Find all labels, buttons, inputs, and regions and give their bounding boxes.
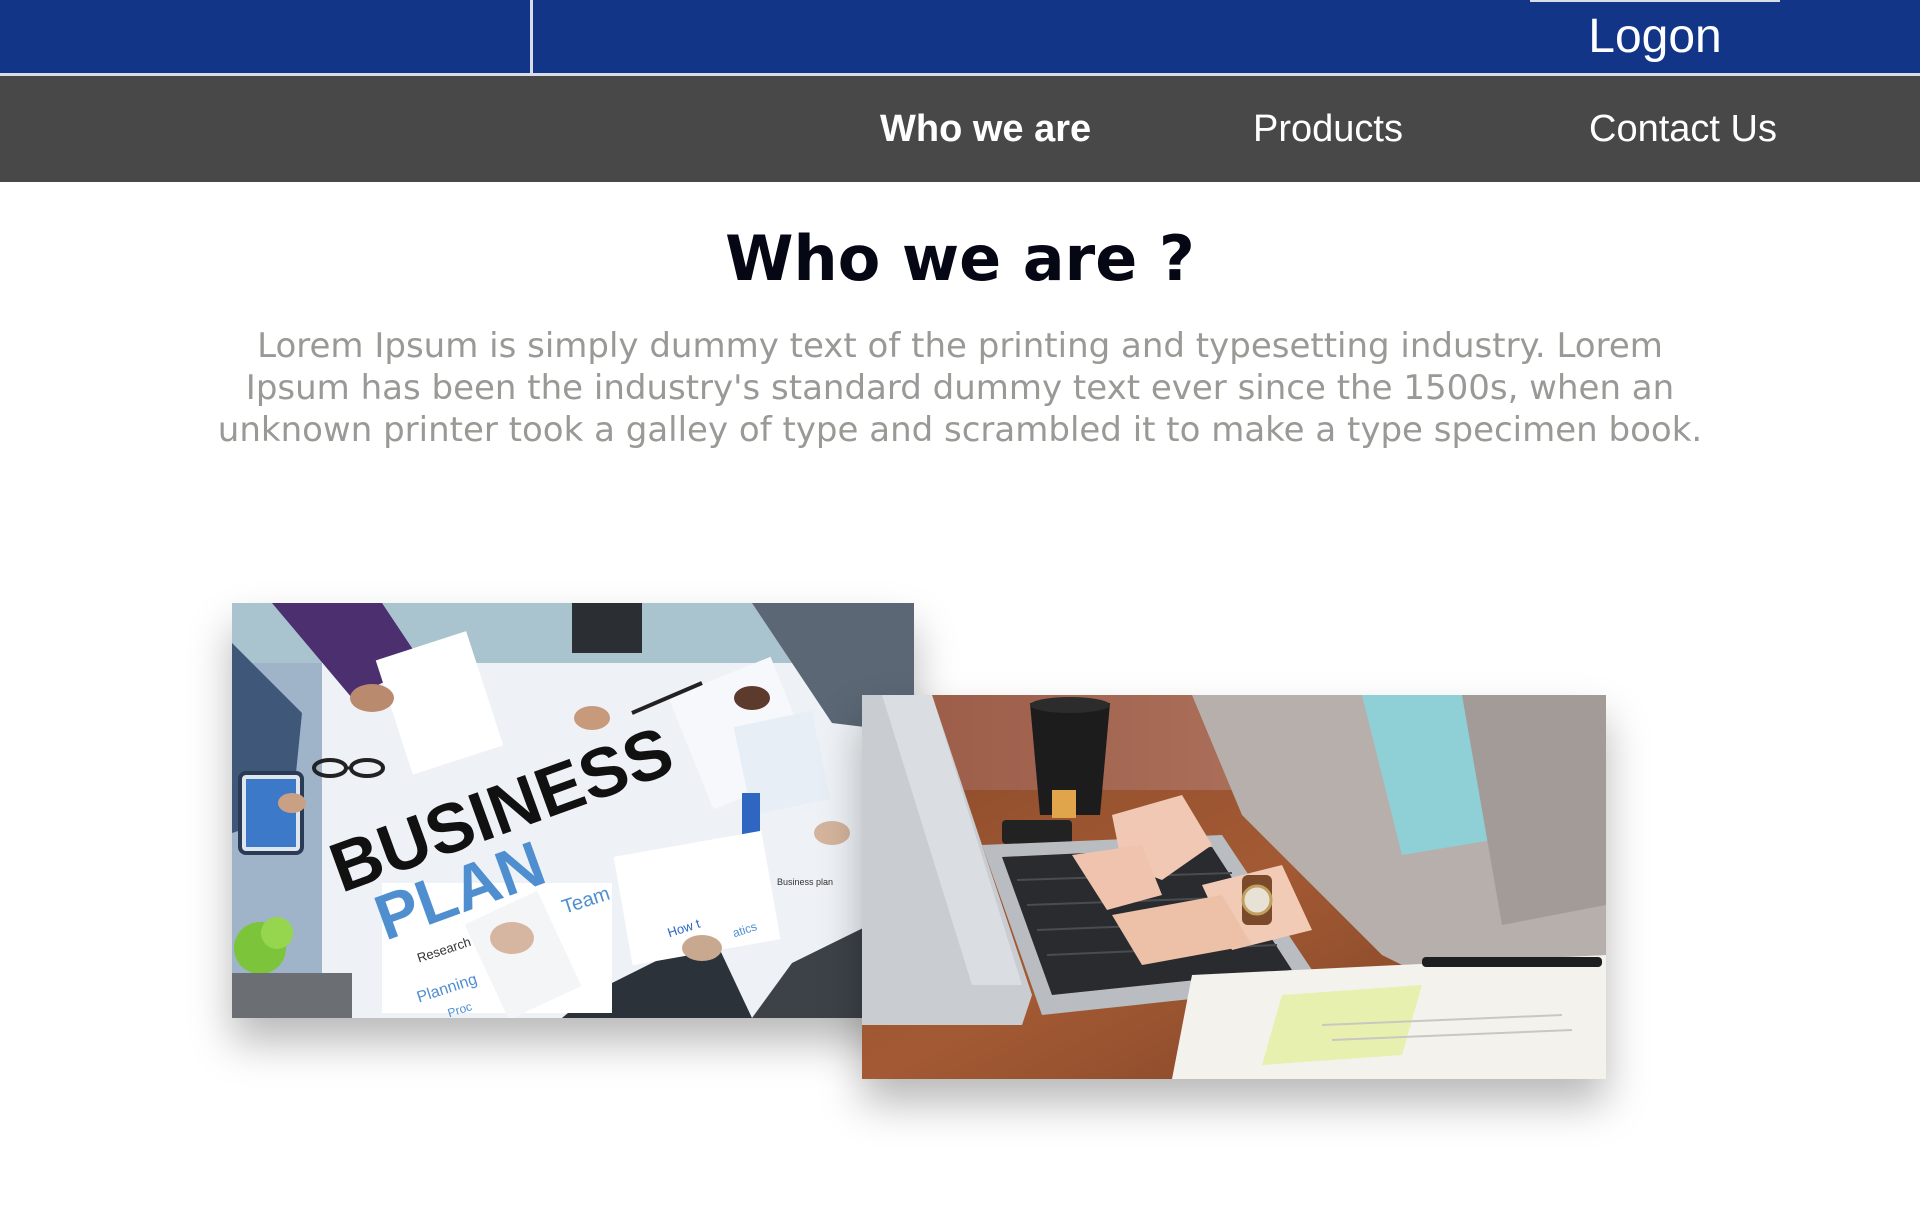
nav-item-contact-us[interactable]: Contact Us — [1589, 76, 1777, 182]
top-bar-accent-line — [1530, 0, 1780, 2]
top-bar: Logon — [0, 0, 1920, 76]
nav-item-who-we-are[interactable]: Who we are — [880, 76, 1091, 182]
nav-item-products[interactable]: Products — [1253, 76, 1403, 182]
main-nav: Who we are Products Contact Us — [0, 76, 1920, 182]
top-bar-divider — [530, 0, 533, 76]
intro-paragraph: Lorem Ipsum is simply dummy text of the … — [217, 326, 1703, 450]
logon-button[interactable]: Logon — [1560, 6, 1750, 68]
business-plan-caption: Business plan — [777, 877, 833, 887]
business-plan-image: BUSINESS PLAN Team Research Planning Pro… — [232, 603, 914, 1018]
laptop-work-image — [862, 695, 1606, 1079]
page-title: Who we are ? — [725, 222, 1195, 295]
